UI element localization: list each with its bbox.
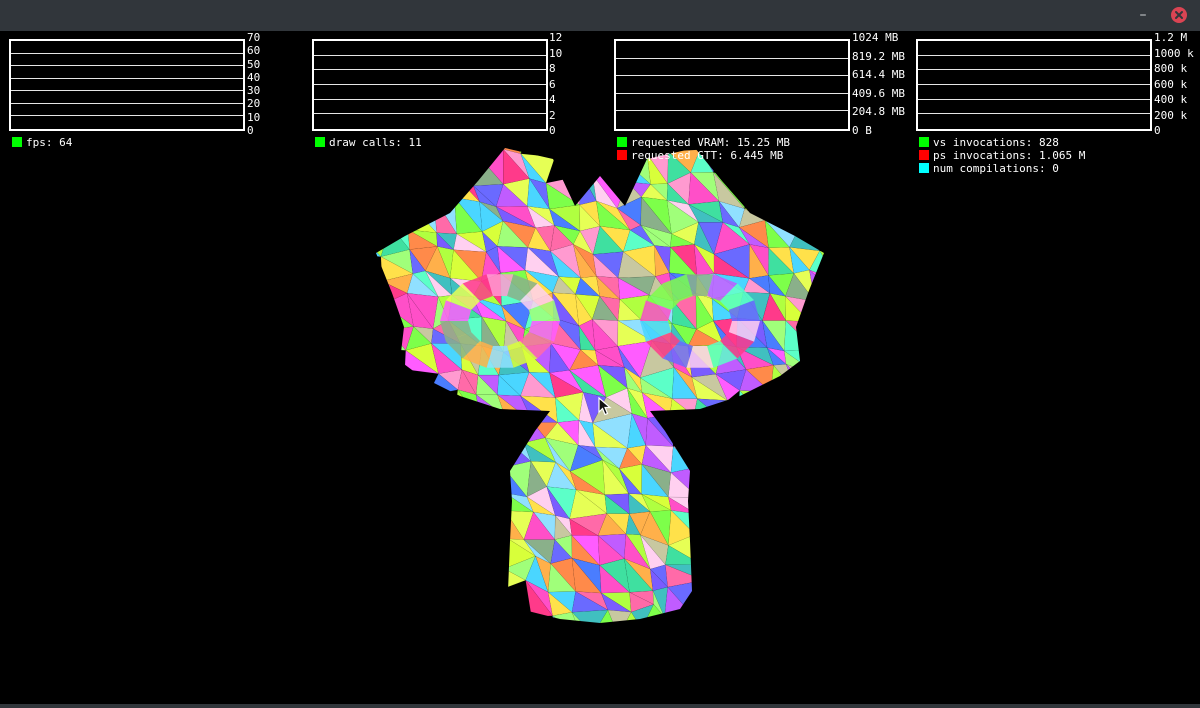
legend-label: requested VRAM: 15.25 MB (631, 136, 790, 149)
window-titlebar[interactable]: – (0, 0, 1200, 31)
mesh-triangle (783, 350, 821, 377)
legend-entry: vs invocations: 828 (919, 136, 1059, 149)
graph-grid-line (918, 54, 1150, 56)
legend-swatch (919, 150, 929, 160)
axis-tick-label: 70 (247, 31, 261, 44)
fps-graph-box (9, 39, 245, 131)
mesh-triangle (785, 364, 815, 394)
axis-tick-label: 1024 MB (852, 31, 899, 44)
axis-tick-label: 600 k (1154, 77, 1188, 91)
axis-tick-label: 40 (247, 70, 261, 84)
graph-grid-line (314, 113, 546, 115)
legend-entry: ps invocations: 1.065 M (919, 149, 1085, 162)
legend-label: ps invocations: 1.065 M (933, 149, 1086, 162)
graph-grid-line (314, 69, 546, 71)
legend-label: num compilations: 0 (933, 162, 1059, 175)
mouse-pointer-icon (598, 397, 612, 416)
mesh-triangle (402, 195, 438, 234)
axis-tick-label: 6 (549, 77, 556, 91)
graph-grid-line (11, 77, 243, 79)
axis-tick-label: 12 (549, 31, 563, 44)
graph-grid-line (11, 90, 243, 92)
legend-label: requested GTT: 6.445 MB (631, 149, 784, 162)
axis-tick-label: 2 (549, 108, 556, 122)
mesh-triangle (739, 390, 772, 420)
legend-swatch (617, 150, 627, 160)
axis-tick-label: 800 k (1154, 62, 1188, 75)
legend-label: vs invocations: 828 (933, 136, 1059, 149)
mesh-triangle (670, 445, 698, 473)
window-bottom-border (0, 704, 1200, 708)
axis-tick-label: 0 (1154, 124, 1161, 137)
legend-entry: num compilations: 0 (919, 162, 1059, 175)
graph-grid-line (918, 98, 1150, 100)
axis-tick-label: 50 (247, 57, 261, 71)
axis-tick-label: 20 (247, 97, 261, 111)
legend-swatch (315, 137, 325, 147)
graph-grid-line (918, 84, 1150, 85)
axis-tick-label: 10 (247, 110, 261, 124)
legend-entry: requested GTT: 6.445 MB (617, 149, 783, 162)
mesh-triangle (645, 417, 674, 447)
graph-grid-line (314, 84, 546, 85)
graph-grid-line (918, 113, 1150, 115)
invocations-graph-box (916, 39, 1152, 131)
mesh-triangle (772, 363, 798, 393)
legend-swatch (12, 137, 22, 147)
axis-tick-label: 1.2 M (1154, 31, 1188, 44)
mesh-triangle (738, 389, 766, 420)
legend-entry: draw calls: 11 (315, 136, 422, 149)
graph-grid-line (616, 75, 848, 77)
minimize-button[interactable]: – (1134, 6, 1152, 24)
graph-grid-line (918, 69, 1150, 71)
graph-grid-line (616, 92, 848, 94)
draw-calls-graph-box (312, 39, 548, 131)
graph-grid-line (11, 102, 243, 104)
axis-tick-label: 200 k (1154, 108, 1188, 122)
axis-tick-label: 8 (549, 62, 556, 75)
close-icon (1175, 11, 1183, 19)
graph-grid-line (314, 54, 546, 56)
mesh-triangle (789, 226, 821, 252)
axis-tick-label: 30 (247, 84, 261, 98)
axis-tick-label: 0 B (852, 124, 872, 137)
monkey-head-mesh (376, 148, 824, 623)
axis-tick-label: 10 (549, 46, 563, 60)
mesh-triangle (784, 320, 816, 352)
axis-tick-label: 204.8 MB (852, 105, 905, 119)
mesh-triangle (785, 363, 821, 392)
legend-label: draw calls: 11 (329, 136, 422, 149)
axis-tick-label: 819.2 MB (852, 49, 905, 63)
legend-entry: fps: 64 (12, 136, 72, 149)
close-button[interactable] (1171, 7, 1187, 23)
legend-label: fps: 64 (26, 136, 73, 149)
mesh-triangle (607, 609, 632, 623)
axis-tick-label: 60 (247, 44, 261, 58)
graph-grid-line (616, 57, 848, 59)
mesh-triangle (809, 269, 824, 305)
axis-tick-label: 400 k (1154, 93, 1188, 106)
axis-tick-label: 409.6 MB (852, 86, 905, 100)
render-viewport[interactable]: 70 60 50 40 30 20 10 0 fps: 64 12 10 8 6 4 2 0 draw c… (0, 31, 1200, 704)
legend-swatch (617, 137, 627, 147)
graph-grid-line (11, 52, 243, 54)
axis-tick-label: 4 (549, 93, 556, 106)
graph-grid-line (11, 115, 243, 117)
axis-tick-label: 1000 k (1154, 46, 1194, 60)
legend-swatch (919, 137, 929, 147)
mesh-triangles (376, 148, 824, 623)
graph-grid-line (11, 65, 243, 67)
legend-entry: requested VRAM: 15.25 MB (617, 136, 790, 149)
vram-graph-box (614, 39, 850, 131)
axis-tick-label: 0 (549, 124, 556, 137)
axis-tick-label: 614.4 MB (852, 68, 905, 82)
graph-grid-line (616, 110, 848, 112)
mesh-triangle (376, 232, 382, 258)
legend-swatch (919, 163, 929, 173)
graph-grid-line (314, 98, 546, 100)
axis-tick-label: 0 (247, 124, 254, 137)
